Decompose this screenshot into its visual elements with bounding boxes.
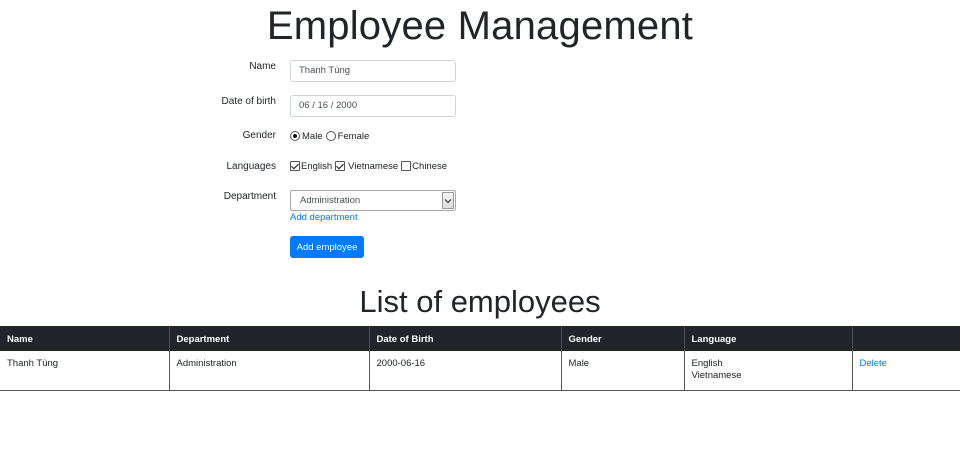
department-select-value: Administration bbox=[300, 195, 361, 206]
page-title: Employee Management bbox=[266, 4, 694, 48]
add-department-link[interactable]: Add department bbox=[290, 212, 358, 223]
gender-male-label[interactable]: Male bbox=[302, 131, 323, 142]
gender-female-radio[interactable] bbox=[325, 131, 336, 141]
department-select[interactable]: Administration bbox=[290, 190, 456, 211]
cell-actions: Delete bbox=[852, 351, 960, 391]
table-header-row: Name Department Date of Birth Gender Lan… bbox=[0, 326, 960, 351]
cell-dob: 2000-06-16 bbox=[369, 351, 562, 391]
languages-label: Languages bbox=[226, 161, 277, 172]
list-title: List of employees bbox=[359, 284, 601, 319]
delete-link[interactable]: Delete bbox=[860, 358, 887, 369]
name-input-value: Thanh Tùng bbox=[299, 65, 351, 76]
name-input[interactable]: Thanh Tùng bbox=[290, 60, 456, 82]
gender-female-label[interactable]: Female bbox=[338, 131, 370, 142]
column-header-name: Name bbox=[0, 326, 170, 351]
gender-options: Male Female bbox=[290, 129, 369, 143]
add-employee-button[interactable]: Add employee bbox=[290, 236, 364, 258]
column-header-dob: Date of Birth bbox=[369, 326, 562, 351]
cell-language: English Vietnamese bbox=[684, 351, 853, 391]
column-header-department: Department bbox=[169, 326, 370, 351]
cell-department: Administration bbox=[169, 351, 370, 391]
language-item: English bbox=[691, 358, 723, 369]
language-vietnamese-checkbox[interactable] bbox=[335, 161, 346, 171]
name-label: Name bbox=[249, 61, 276, 72]
dob-input[interactable]: 06 / 16 / 2000 bbox=[290, 95, 456, 117]
gender-male-radio[interactable] bbox=[290, 131, 300, 141]
cell-name: Thanh Tùng bbox=[0, 351, 170, 391]
dob-label: Date of birth bbox=[221, 96, 276, 107]
column-header-language: Language bbox=[684, 326, 853, 351]
column-header-gender: Gender bbox=[561, 326, 685, 351]
column-header-actions bbox=[852, 326, 960, 351]
employee-table: Name Department Date of Birth Gender Lan… bbox=[0, 326, 960, 391]
language-item: Vietnamese bbox=[691, 370, 742, 381]
language-chinese-checkbox[interactable] bbox=[401, 161, 412, 171]
language-options: English Vietnamese Chinese bbox=[290, 159, 447, 173]
dob-input-value: 06 / 16 / 2000 bbox=[299, 100, 358, 111]
language-english-checkbox[interactable] bbox=[290, 161, 300, 171]
chevron-down-icon[interactable] bbox=[442, 192, 454, 209]
cell-gender: Male bbox=[561, 351, 685, 391]
gender-label: Gender bbox=[242, 130, 276, 141]
language-vietnamese-label[interactable]: Vietnamese bbox=[348, 161, 398, 172]
language-english-label[interactable]: English bbox=[301, 161, 332, 172]
department-label: Department bbox=[223, 191, 276, 202]
table-row: Thanh Tùng Administration 2000-06-16 Mal… bbox=[0, 351, 960, 391]
language-chinese-label[interactable]: Chinese bbox=[412, 161, 447, 172]
